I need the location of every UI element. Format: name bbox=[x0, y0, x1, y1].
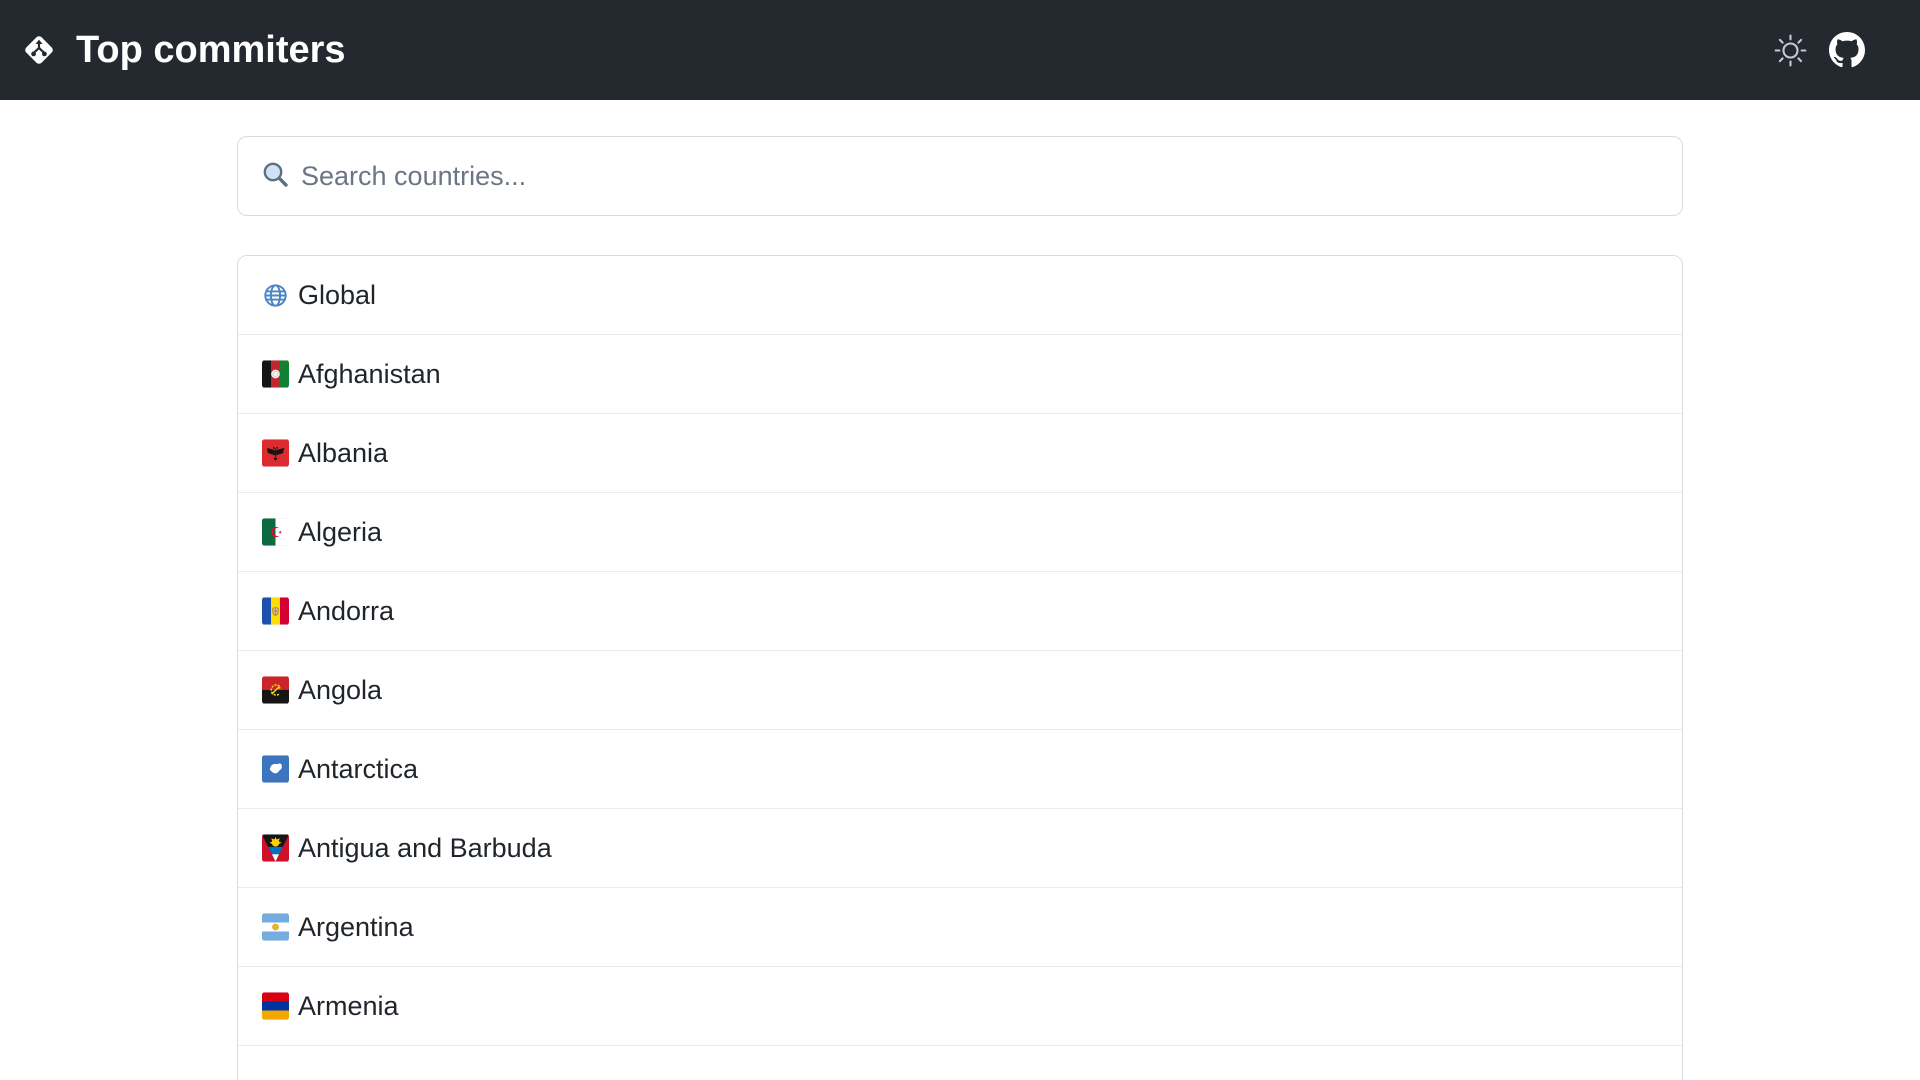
country-label: Algeria bbox=[298, 516, 383, 547]
sun-icon bbox=[1773, 33, 1808, 68]
flag-antigua-and-barbuda bbox=[262, 834, 289, 862]
flag-argentina bbox=[262, 913, 289, 941]
flag-albania bbox=[262, 439, 289, 467]
country-label: Argentina bbox=[298, 911, 414, 942]
country-label: Afghanistan bbox=[298, 358, 441, 389]
list-item[interactable]: Afghanistan bbox=[238, 335, 1682, 414]
country-label: Albania bbox=[298, 437, 389, 468]
flag-andorra bbox=[262, 597, 289, 625]
github-icon bbox=[1829, 32, 1865, 68]
github-link[interactable] bbox=[1829, 32, 1865, 68]
theme-toggle-button[interactable] bbox=[1773, 33, 1808, 68]
git-merge-icon bbox=[22, 33, 56, 67]
search-input[interactable] bbox=[301, 137, 1658, 215]
flag-antarctica bbox=[262, 755, 289, 783]
list-item[interactable]: Argentina bbox=[238, 888, 1682, 967]
country-label: Global bbox=[298, 279, 377, 310]
country-label: Andorra bbox=[298, 595, 395, 626]
country-label: Armenia bbox=[298, 990, 399, 1021]
flag-afghanistan bbox=[262, 360, 289, 388]
flag-algeria bbox=[262, 518, 289, 546]
country-list: Global Afghanistan Albania Algeria Andor… bbox=[237, 255, 1683, 1080]
country-label: Angola bbox=[298, 674, 383, 705]
flag-angola bbox=[262, 676, 289, 704]
country-label: Antarctica bbox=[298, 753, 419, 784]
list-item[interactable]: Algeria bbox=[238, 493, 1682, 572]
globe-icon bbox=[262, 282, 289, 309]
page-title: Top commiters bbox=[76, 28, 346, 71]
list-item[interactable]: Andorra bbox=[238, 572, 1682, 651]
list-item[interactable]: Albania bbox=[238, 414, 1682, 493]
app-header: Top commiters bbox=[0, 0, 1920, 100]
list-item[interactable]: Angola bbox=[238, 651, 1682, 730]
list-item[interactable]: Antarctica bbox=[238, 730, 1682, 809]
list-item[interactable]: Antigua and Barbuda bbox=[238, 809, 1682, 888]
list-item[interactable]: Armenia bbox=[238, 967, 1682, 1046]
main-content: Global Afghanistan Albania Algeria Andor… bbox=[237, 136, 1683, 1080]
flag-armenia bbox=[262, 992, 289, 1020]
magnifier-icon bbox=[260, 159, 290, 194]
search-box bbox=[237, 136, 1683, 216]
list-item[interactable]: Global bbox=[238, 256, 1682, 335]
country-label: Antigua and Barbuda bbox=[298, 832, 552, 863]
